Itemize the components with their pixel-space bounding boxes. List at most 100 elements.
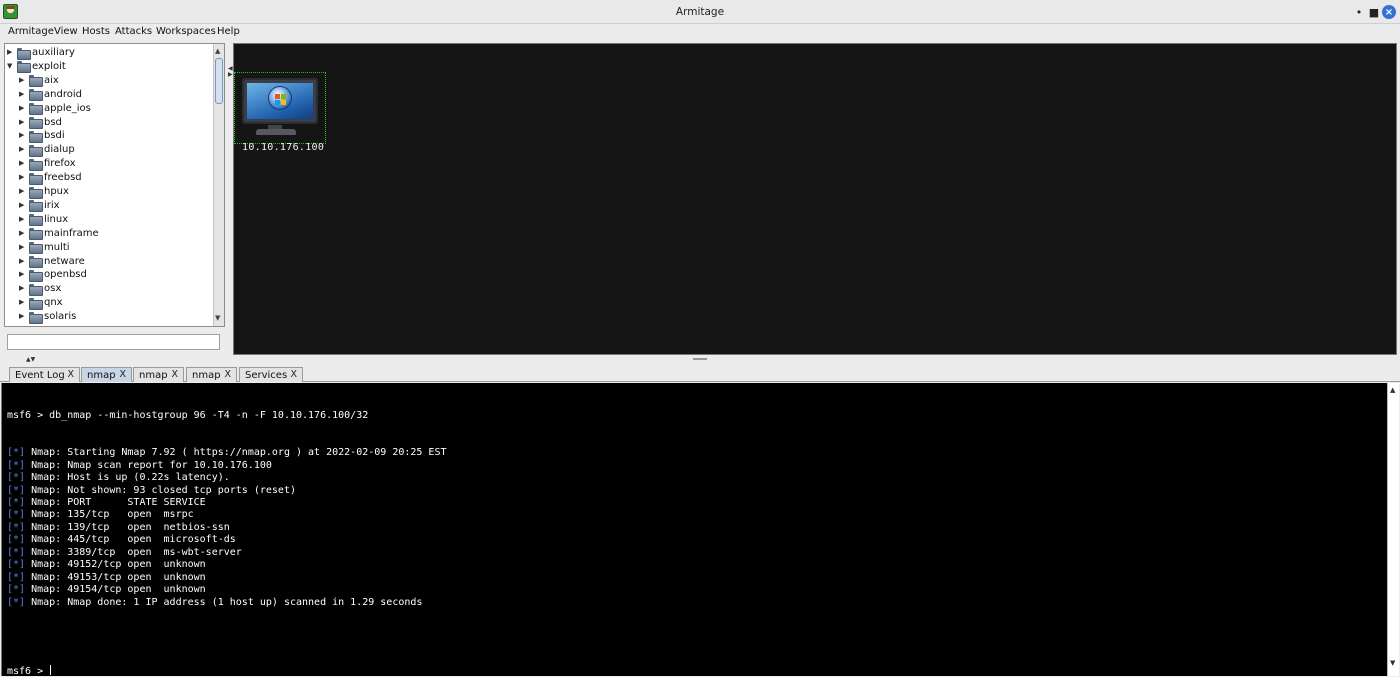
tree-item-auxiliary[interactable]: ▶ auxiliary <box>7 46 75 60</box>
close-tab-icon[interactable]: X <box>119 369 126 380</box>
collapsed-triangle-icon[interactable]: ▶ <box>19 229 26 237</box>
collapsed-triangle-icon[interactable]: ▶ <box>19 201 26 209</box>
close-tab-icon[interactable]: X <box>67 369 74 380</box>
collapsed-triangle-icon[interactable]: ▶ <box>19 215 26 223</box>
console-line: [*] Nmap: Nmap scan report for 10.10.176… <box>7 460 1377 472</box>
minimize-icon[interactable]: • <box>1352 5 1366 19</box>
collapsed-triangle-icon[interactable]: ▶ <box>19 132 26 139</box>
console-line: [*] Nmap: Nmap done: 1 IP address (1 hos… <box>7 597 1377 609</box>
tree-item-bsd[interactable]: ▶ bsd <box>19 116 62 129</box>
collapsed-triangle-icon[interactable]: ▶ <box>19 271 26 278</box>
collapsed-triangle-icon[interactable]: ▶ <box>7 49 14 56</box>
tree-item-android[interactable]: ▶ android <box>19 88 82 102</box>
console-line-text: Nmap: 49153/tcp open unknown <box>25 571 206 583</box>
tree-item-irix[interactable]: ▶ irix <box>19 199 60 213</box>
console-output[interactable]: msf6 > db_nmap --min-hostgroup 96 -T4 -n… <box>1 383 1399 677</box>
scroll-up-icon[interactable]: ▲ <box>1390 386 1395 394</box>
close-tab-icon[interactable]: X <box>224 369 231 380</box>
module-search-input[interactable] <box>7 334 220 350</box>
tree-item-osx[interactable]: ▶ osx <box>19 282 61 296</box>
close-window-icon[interactable]: × <box>1382 5 1396 19</box>
splitter-grip[interactable] <box>693 358 707 360</box>
collapsed-triangle-icon[interactable]: ▶ <box>19 257 26 265</box>
close-tab-icon[interactable]: X <box>171 369 178 380</box>
tree-item-dialup[interactable]: ▶ dialup <box>19 143 75 157</box>
tree-item-firefox[interactable]: ▶ firefox <box>19 157 76 171</box>
tab-nmap-active[interactable]: nmap X <box>81 367 132 382</box>
hosts-graph[interactable]: 10.10.176.100 <box>233 43 1397 355</box>
tree-item-label: hpux <box>44 186 69 197</box>
tree-item-mainframe[interactable]: ▶ mainframe <box>19 227 99 241</box>
menu-help[interactable]: Help <box>217 26 240 37</box>
tab-nmap[interactable]: nmap X <box>133 367 184 382</box>
tab-event-log[interactable]: Event Log X <box>9 367 80 382</box>
tree-item-label: auxiliary <box>32 47 75 58</box>
menu-workspaces[interactable]: Workspaces <box>156 26 216 37</box>
scroll-down-icon[interactable]: ▼ <box>215 314 220 322</box>
tab-services[interactable]: Services X <box>239 367 303 382</box>
collapsed-triangle-icon[interactable]: ▶ <box>19 243 26 251</box>
tree-item-multi[interactable]: ▶ multi <box>19 241 70 255</box>
menu-armitage[interactable]: Armitage <box>8 26 54 37</box>
collapse-left-icon[interactable]: ◀ ▶ <box>228 66 233 78</box>
module-tree-scrollbar[interactable]: ▲ ▼ <box>213 44 224 326</box>
tree-item-openbsd[interactable]: ▶ openbsd <box>19 268 87 282</box>
console-input[interactable]: msf6 > <box>7 665 52 677</box>
tree-item-exploit[interactable]: ▼ exploit <box>7 60 66 74</box>
tree-item-qnx[interactable]: ▶ qnx <box>19 296 63 310</box>
collapsed-triangle-icon[interactable]: ▶ <box>19 313 26 320</box>
collapsed-triangle-icon[interactable]: ▶ <box>19 188 26 195</box>
folder-icon <box>29 228 43 241</box>
module-tree: ▶ auxiliary ▼ exploit ▶ aix ▶ android ▶ apple_ios… <box>4 43 225 327</box>
tab-label: nmap <box>139 369 168 381</box>
tree-item-label: android <box>44 88 82 100</box>
tab-nmap[interactable]: nmap X <box>186 367 237 382</box>
folder-icon <box>29 214 43 227</box>
tree-item-solaris[interactable]: ▶ solaris <box>19 310 76 324</box>
console-line-text: Nmap: 49152/tcp open unknown <box>25 559 206 571</box>
console-prompt-label: msf6 > <box>7 666 50 677</box>
folder-icon <box>29 130 43 143</box>
collapsed-triangle-icon[interactable]: ▶ <box>19 285 26 292</box>
tree-item-freebsd[interactable]: ▶ freebsd <box>19 171 82 185</box>
expanded-triangle-icon[interactable]: ▼ <box>7 62 14 70</box>
scroll-down-icon[interactable]: ▼ <box>1390 659 1395 667</box>
console-line-text: Nmap: PORT STATE SERVICE <box>25 497 206 508</box>
maximize-icon[interactable]: ■ <box>1367 5 1381 19</box>
windows-monitor-icon[interactable] <box>242 78 318 124</box>
host-node[interactable] <box>234 72 326 144</box>
collapsed-triangle-icon[interactable]: ▶ <box>19 76 26 84</box>
collapsed-triangle-icon[interactable]: ▶ <box>19 118 26 126</box>
collapsed-triangle-icon[interactable]: ▶ <box>19 146 26 153</box>
close-tab-icon[interactable]: X <box>290 369 297 380</box>
collapsed-triangle-icon[interactable]: ▶ <box>19 90 26 98</box>
console-line: [*] Nmap: 49154/tcp open unknown <box>7 584 1377 596</box>
folder-icon <box>29 103 43 116</box>
menu-view[interactable]: View <box>54 26 78 37</box>
info-tag: [*] <box>7 521 26 533</box>
collapsed-triangle-icon[interactable]: ▶ <box>19 174 26 181</box>
collapse-bottom-icon[interactable]: ▲▼ <box>26 356 35 363</box>
info-tag: [*] <box>7 596 26 608</box>
tree-item-label: mainframe <box>44 227 99 239</box>
tree-item-apple_ios[interactable]: ▶ apple_ios <box>19 102 91 116</box>
scroll-up-icon[interactable]: ▲ <box>215 47 220 55</box>
tab-label: nmap <box>87 369 116 381</box>
collapsed-triangle-icon[interactable]: ▶ <box>19 160 26 167</box>
menu-hosts[interactable]: Hosts <box>82 26 110 37</box>
collapsed-triangle-icon[interactable]: ▶ <box>19 104 26 112</box>
tree-item-netware[interactable]: ▶ netware <box>19 255 85 268</box>
tree-item-aix[interactable]: ▶ aix <box>19 74 59 88</box>
console-scrollbar[interactable]: ▲ ▼ <box>1387 383 1399 676</box>
tree-item-bsdi[interactable]: ▶ bsdi <box>19 129 65 143</box>
folder-icon <box>29 89 43 102</box>
console-line: [*] Nmap: 445/tcp open microsoft-ds <box>7 534 1377 546</box>
menu-attacks[interactable]: Attacks <box>115 26 152 37</box>
tree-item-linux[interactable]: ▶ linux <box>19 213 68 227</box>
collapsed-triangle-icon[interactable]: ▶ <box>19 299 26 306</box>
tree-item-hpux[interactable]: ▶ hpux <box>19 185 69 199</box>
title-bar: Armitage • ■ × <box>0 0 1400 24</box>
scroll-thumb[interactable] <box>215 58 223 104</box>
info-tag: [*] <box>7 584 26 596</box>
info-tag: [*] <box>7 534 26 546</box>
